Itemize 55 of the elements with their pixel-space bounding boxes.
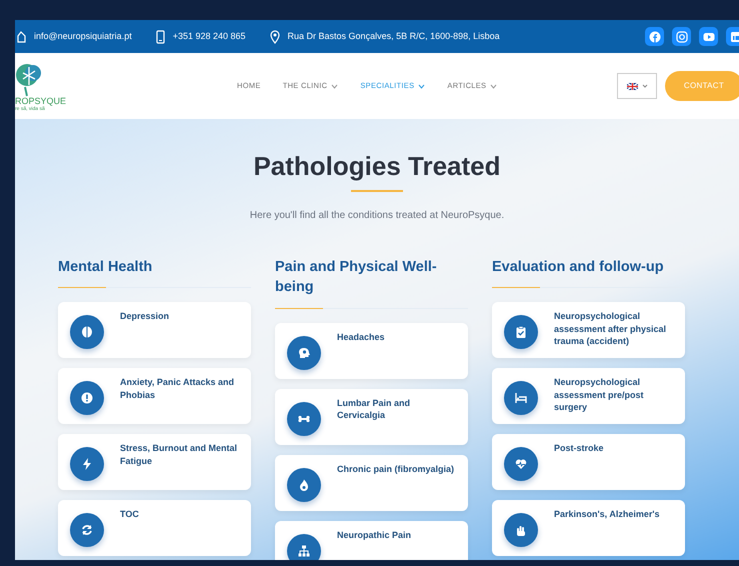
condition-label: Chronic pain (fibromyalgia) (337, 462, 454, 476)
brain-icon (81, 326, 93, 338)
column-heading: Evaluation and follow-up (492, 258, 665, 278)
instagram-icon[interactable] (672, 27, 691, 46)
phone-icon (156, 30, 165, 44)
exclamation-icon (81, 392, 93, 404)
address-text: Rua Dr Bastos Gonçalves, 5B R/C, 1600-898, Lisboa (288, 30, 500, 43)
bed-icon (515, 392, 527, 404)
condition-card[interactable]: Post-stroke (492, 434, 685, 490)
condition-card[interactable]: Neuropathic Pain (275, 520, 468, 560)
flag-icon (626, 82, 638, 90)
page-subtitle: Here you'll find all the conditions treated at NeuroPsyque. (250, 209, 504, 224)
chevron-down-icon (418, 84, 426, 88)
language-selector[interactable] (617, 73, 657, 99)
condition-label: TOC (120, 508, 139, 522)
refresh-icon (81, 524, 93, 536)
condition-card[interactable]: Depression (58, 302, 251, 358)
head-icon (298, 346, 310, 359)
location-pin-icon (270, 30, 280, 44)
chevron-down-icon (490, 84, 498, 88)
condition-card[interactable]: Neuropsychological assessment after physical trauma (accident) (492, 302, 685, 358)
condition-label: Parkinson's, Alzheimer's (554, 508, 660, 522)
condition-card[interactable]: Lumbar Pain and Cervicalgia (275, 388, 468, 445)
heart-pulse-icon (515, 458, 527, 470)
condition-label: Stress, Burnout and Mental Fatigue (120, 442, 238, 468)
video-play-icon[interactable] (699, 27, 718, 46)
condition-label: Neuropsychological assessment after physical trauma (accident) (554, 310, 668, 348)
lightning-icon (81, 458, 93, 470)
condition-card[interactable]: Anxiety, Panic Attacks and Phobias (58, 368, 251, 424)
flame-icon (298, 478, 310, 491)
condition-card[interactable]: Headaches (275, 322, 468, 379)
condition-label: Headaches (337, 330, 385, 344)
phone-text: +351 928 240 865 (172, 30, 246, 43)
condition-card[interactable]: Parkinson's, Alzheimer's (492, 500, 685, 556)
condition-card[interactable]: TOC (58, 500, 251, 556)
hand-icon (515, 524, 527, 536)
condition-label: Neuropathic Pain (337, 528, 412, 542)
condition-label: Lumbar Pain and Cervicalgia (337, 396, 412, 422)
condition-card[interactable]: Chronic pain (fibromyalgia) (275, 454, 468, 511)
network-icon (298, 544, 310, 557)
page-title: Pathologies Treated (253, 151, 501, 182)
column-heading: Mental Health (58, 258, 154, 278)
email-text: info@neuropsiquiatria.pt (34, 30, 132, 43)
condition-label: Neuropsychological assessment pre/post surgery (554, 376, 645, 414)
condition-label: Anxiety, Panic Attacks and Phobias (120, 376, 236, 402)
chevron-down-icon (642, 84, 648, 88)
condition-card[interactable]: Neuropsychological assessment pre/post surgery (492, 368, 685, 424)
clipboard-check-icon (515, 326, 527, 338)
condition-card[interactable]: Stress, Burnout and Mental Fatigue (58, 434, 251, 490)
condition-label: Post-stroke (554, 442, 604, 456)
column-heading: Pain and Physical Well-being (275, 258, 438, 298)
logo-text: ROPSYQUE (15, 96, 68, 106)
chevron-down-icon (331, 84, 338, 88)
facebook-icon[interactable] (645, 27, 664, 46)
condition-label: Depression (120, 310, 170, 324)
